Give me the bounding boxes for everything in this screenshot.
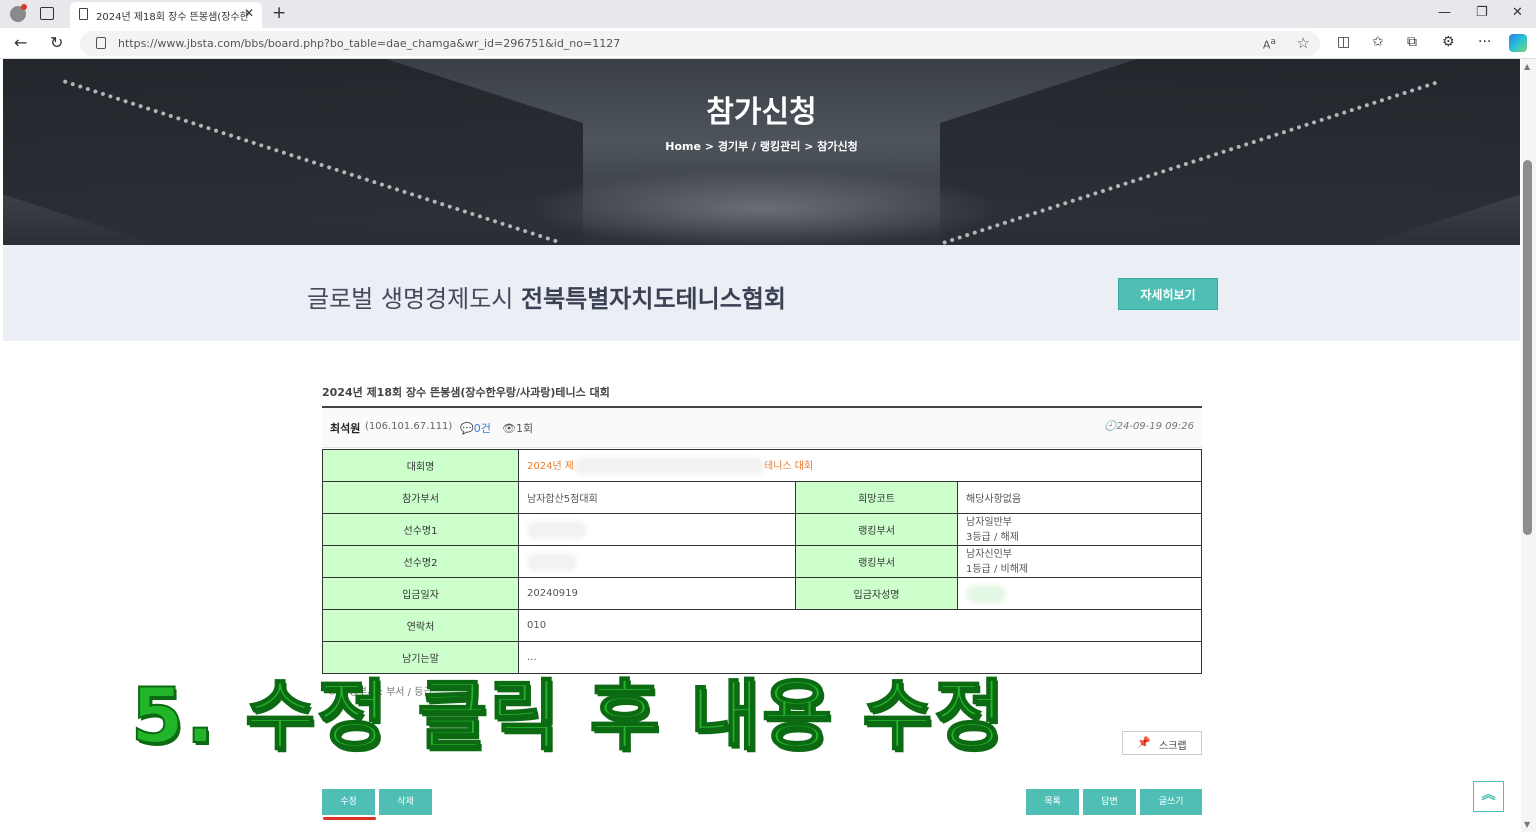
redacted-blur (527, 520, 587, 539)
tournament-name-end: 테니스 대회 (764, 460, 814, 472)
tab-close-icon[interactable]: ✕ (244, 6, 254, 20)
form-label: 대회명 (322, 449, 519, 482)
form-label: 참가부서 (322, 481, 519, 514)
site-info-icon[interactable] (96, 37, 106, 49)
tab-actions-icon[interactable] (40, 7, 54, 20)
table-row: 참가부서 남자합산5점대회 희망코트 해당사항없음 (322, 481, 1202, 514)
table-row: 연락처 010 (322, 609, 1202, 642)
form-label: 선수명2 (322, 545, 519, 578)
instruction-caption: 5. 수정 클릭 후 내용 수정 (130, 670, 1007, 761)
table-row: 선수명2 랭킹부서 남자신인부 1등급 / 비해제 (322, 545, 1202, 578)
split-screen-icon[interactable]: ◫ (1337, 34, 1350, 50)
highlight-underline (323, 817, 376, 820)
page-viewport: 참가신청 Home > 경기부 / 랭킹관리 > 참가신청 글로벌 생명경제도시… (3, 59, 1520, 832)
table-row: 입금일자 20240919 입금자성명 (322, 577, 1202, 610)
window-close-button[interactable]: ✕ (1512, 5, 1523, 20)
breadcrumb[interactable]: Home > 경기부 / 랭킹관리 > 참가신청 (3, 138, 1520, 154)
form-label: 연락처 (322, 609, 519, 642)
hero-banner: 참가신청 Home > 경기부 / 랭킹관리 > 참가신청 (3, 59, 1520, 245)
tab-title: 2024년 제18회 장수 뜬봉샘(장수한 (96, 12, 249, 23)
scroll-up-icon[interactable]: ▲ (1524, 62, 1530, 71)
refresh-icon[interactable]: ↻ (50, 33, 63, 52)
copilot-icon[interactable] (1509, 34, 1527, 52)
ranking-division: 남자일반부 (966, 516, 1012, 528)
write-button[interactable]: 글쓰기 (1140, 789, 1202, 815)
form-value: 남자일반부 3등급 / 해제 (957, 513, 1202, 546)
form-value: 010 (518, 609, 1202, 642)
post-ip: (106.101.67.111) (365, 421, 453, 432)
minimize-button[interactable]: — (1438, 5, 1451, 20)
form-label: 희망코트 (795, 481, 958, 514)
post-date: 🕘24-09-19 09:26 (1104, 421, 1194, 432)
edit-button[interactable]: 수정 (322, 789, 375, 815)
form-value (518, 513, 796, 546)
redacted-blur (966, 584, 1006, 603)
form-value (957, 577, 1202, 610)
post-meta: 최석원 (106.101.67.111) 💬0건 👁1회 🕘24-09-19 0… (322, 408, 1202, 448)
form-value: 남자신인부 1등급 / 비해제 (957, 545, 1202, 578)
post-title: 2024년 제18회 장수 뜬봉샘(장수한우랑/사과랑)테니스 대회 (322, 386, 610, 399)
ranking-grade: 3등급 / 해제 (966, 531, 1019, 543)
ranking-division: 남자신인부 (966, 548, 1012, 560)
browser-tab-bar: 2024년 제18회 장수 뜬봉샘(장수한 ✕ + — ❐ ✕ (0, 0, 1536, 28)
banner-text: 글로벌 생명경제도시 전북특별자치도테니스협회 (307, 279, 786, 314)
ranking-grade: 1등급 / 비해제 (966, 563, 1029, 575)
tournament-name-start: 2024년 제 (527, 460, 575, 472)
delete-button[interactable]: 삭제 (379, 789, 432, 815)
new-tab-button[interactable]: + (272, 3, 286, 23)
more-menu-icon[interactable]: ··· (1478, 34, 1491, 50)
address-toolbar: ← ↻ https://www.jbsta.com/bbs/board.php?… (0, 28, 1536, 59)
back-arrow-icon[interactable]: ← (14, 33, 27, 52)
association-banner: 글로벌 생명경제도시 전북특별자치도테니스협회 자세히보기 (3, 245, 1520, 341)
form-value: 2024년 제 테니스 대회 (518, 449, 1202, 482)
hero-decoration (523, 169, 1003, 245)
redacted-blur (574, 456, 765, 475)
form-label: 랭킹부서 (795, 545, 958, 578)
page-icon (79, 8, 88, 20)
table-row: 대회명 2024년 제 테니스 대회 (322, 449, 1202, 482)
comment-count[interactable]: 💬0건 (460, 420, 491, 436)
scroll-down-icon[interactable]: ▼ (1524, 820, 1530, 829)
scrap-button[interactable]: 📌 스크랩 (1122, 731, 1202, 755)
favorites-icon[interactable]: ✩ (1372, 34, 1384, 50)
notification-dot-icon (21, 4, 27, 10)
banner-text-light: 글로벌 생명경제도시 (307, 285, 521, 313)
application-form-table: 대회명 2024년 제 테니스 대회 참가부서 남자합산5점대회 희망코트 해당사… (322, 449, 1202, 674)
list-button[interactable]: 목록 (1026, 789, 1079, 815)
form-value: 20240919 (518, 577, 796, 610)
url-text: https://www.jbsta.com/bbs/board.php?bo_t… (118, 37, 621, 50)
form-value: 남자합산5점대회 (518, 481, 796, 514)
pin-icon: 📌 (1137, 736, 1151, 749)
extensions-icon[interactable]: ⚙ (1442, 34, 1455, 50)
form-label: 선수명1 (322, 513, 519, 546)
form-label: 입금자성명 (795, 577, 958, 610)
page-title: 참가신청 (706, 95, 817, 130)
url-bar[interactable]: https://www.jbsta.com/bbs/board.php?bo_t… (80, 31, 1320, 56)
view-count: 👁1회 (502, 422, 534, 435)
collections-icon[interactable]: ⧉ (1407, 34, 1417, 50)
form-label: 입금일자 (322, 577, 519, 610)
detail-button[interactable]: 자세히보기 (1118, 278, 1218, 310)
restore-button[interactable]: ❐ (1476, 5, 1488, 20)
scrap-label: 스크랩 (1159, 741, 1187, 752)
browser-tab-active[interactable]: 2024년 제18회 장수 뜬봉샘(장수한 ✕ (70, 2, 262, 28)
form-value: 해당사항없음 (957, 481, 1202, 514)
scroll-top-button[interactable]: ︽ (1473, 781, 1504, 812)
favorite-star-icon[interactable]: ☆ (1297, 34, 1310, 52)
reply-button[interactable]: 답변 (1083, 789, 1136, 815)
post-author[interactable]: 최석원 (330, 420, 360, 436)
banner-text-bold: 전북특별자치도테니스협회 (520, 285, 786, 313)
redacted-blur (527, 552, 577, 571)
table-row: 선수명1 랭킹부서 남자일반부 3등급 / 해제 (322, 513, 1202, 546)
read-aloud-icon[interactable]: Aa (1263, 36, 1276, 52)
form-value (518, 545, 796, 578)
form-label: 랭킹부서 (795, 513, 958, 546)
scrollbar-thumb[interactable] (1523, 160, 1532, 535)
